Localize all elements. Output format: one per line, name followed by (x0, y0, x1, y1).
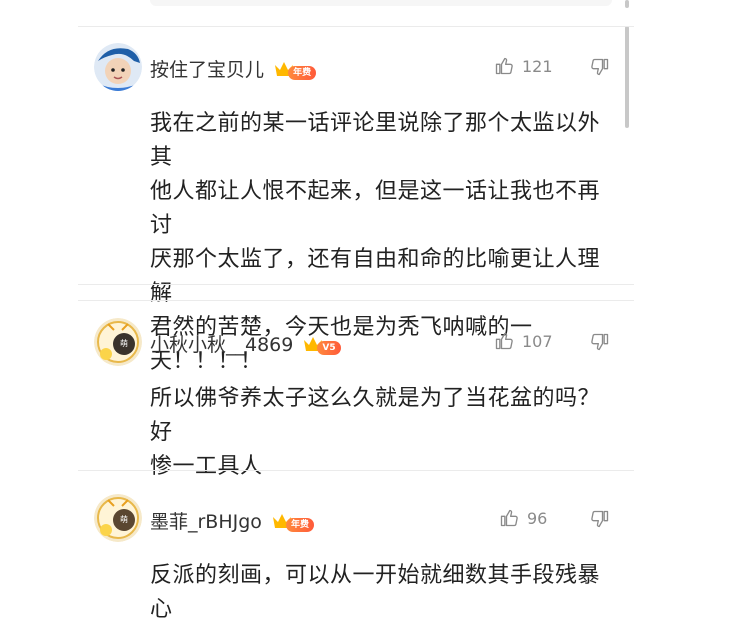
badge-label: 年费 (288, 65, 317, 80)
avatar[interactable]: 萌 (94, 494, 142, 542)
member-badge: 年费 (274, 60, 320, 82)
avatar-text: 萌 (120, 338, 128, 348)
username-text[interactable]: 墨菲_rBHJgo (150, 511, 262, 533)
thumbs-down-icon (591, 58, 609, 76)
divider (78, 300, 634, 301)
thumbs-up-icon (495, 57, 513, 75)
divider (78, 26, 634, 27)
comment-text: 所以佛爷养太子这么久就是为了当花盆的吗？好 惨一工具人 (150, 382, 610, 484)
thumbs-up-icon (500, 509, 518, 527)
dislike-button[interactable] (590, 509, 610, 533)
thumbs-up-icon (495, 332, 513, 350)
thumbs-down-icon (591, 333, 609, 351)
previous-comment-card-edge (150, 0, 612, 6)
scrollbar-track-top[interactable] (625, 0, 629, 8)
dislike-button[interactable] (590, 57, 610, 81)
username-text[interactable]: 小秋小秋__4869 (150, 334, 293, 356)
badge-label: 年费 (285, 517, 314, 532)
level-badge-label: V5 (317, 340, 341, 355)
text-line: 反派的刻画，可以从一开始就细数其手段残暴心 (150, 563, 601, 622)
comment-text: 反派的刻画，可以从一开始就细数其手段残暴心 (150, 559, 610, 627)
member-badge: 年费 (272, 512, 318, 534)
scrollbar-thumb[interactable] (625, 26, 629, 128)
member-badge: V5 (303, 335, 345, 357)
dislike-button[interactable] (590, 332, 610, 356)
username[interactable]: 墨菲_rBHJgo 年费 (150, 507, 318, 534)
username-text[interactable]: 按住了宝贝儿 (150, 59, 264, 81)
thumbs-down-icon (591, 510, 609, 528)
avatar[interactable] (94, 43, 142, 91)
username[interactable]: 小秋小秋__4869 V5 (150, 330, 345, 357)
text-line: 他人都让人恨不起来，但是这一话让我也不再讨 (150, 179, 601, 238)
username[interactable]: 按住了宝贝儿 年费 (150, 55, 320, 82)
avatar[interactable]: 萌 (94, 318, 142, 366)
divider (78, 284, 634, 285)
like-button[interactable]: 107 (494, 331, 553, 351)
like-button[interactable]: 96 (499, 508, 547, 528)
like-count: 107 (522, 331, 553, 351)
like-count: 96 (527, 508, 548, 528)
divider (78, 470, 634, 471)
avatar-text: 萌 (120, 514, 128, 524)
text-line: 惨一工具人 (150, 454, 263, 479)
text-line: 所以佛爷养太子这么久就是为了当花盆的吗？好 (150, 386, 601, 445)
text-line: 我在之前的某一话评论里说除了那个太监以外其 (150, 111, 601, 170)
like-count: 121 (522, 56, 553, 76)
like-button[interactable]: 121 (494, 56, 553, 76)
